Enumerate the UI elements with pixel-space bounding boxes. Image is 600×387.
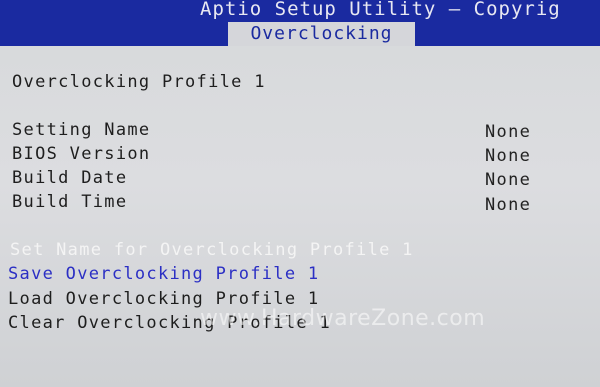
watermark: www.HardwareZone.com (200, 306, 486, 331)
bios-version-value: None (485, 146, 532, 166)
section-title: Overclocking Profile 1 (12, 72, 266, 92)
setting-name-label: Setting Name (12, 120, 151, 140)
main-panel (0, 46, 600, 387)
header-bar: Aptio Setup Utility – Copyrig Overclocki… (0, 0, 600, 46)
bios-version-label: BIOS Version (12, 144, 151, 164)
app-title: Aptio Setup Utility – Copyrig (200, 0, 561, 20)
build-time-value: None (485, 195, 532, 215)
tab-overclocking[interactable]: Overclocking (228, 22, 415, 46)
build-date-label: Build Date (12, 168, 128, 188)
build-time-label: Build Time (12, 192, 128, 212)
setting-name-value: None (485, 122, 532, 142)
build-date-value: None (485, 170, 532, 190)
menu-item-set-name[interactable]: Set Name for Overclocking Profile 1 (10, 240, 414, 260)
menu-item-save-profile[interactable]: Save Overclocking Profile 1 (8, 264, 319, 284)
